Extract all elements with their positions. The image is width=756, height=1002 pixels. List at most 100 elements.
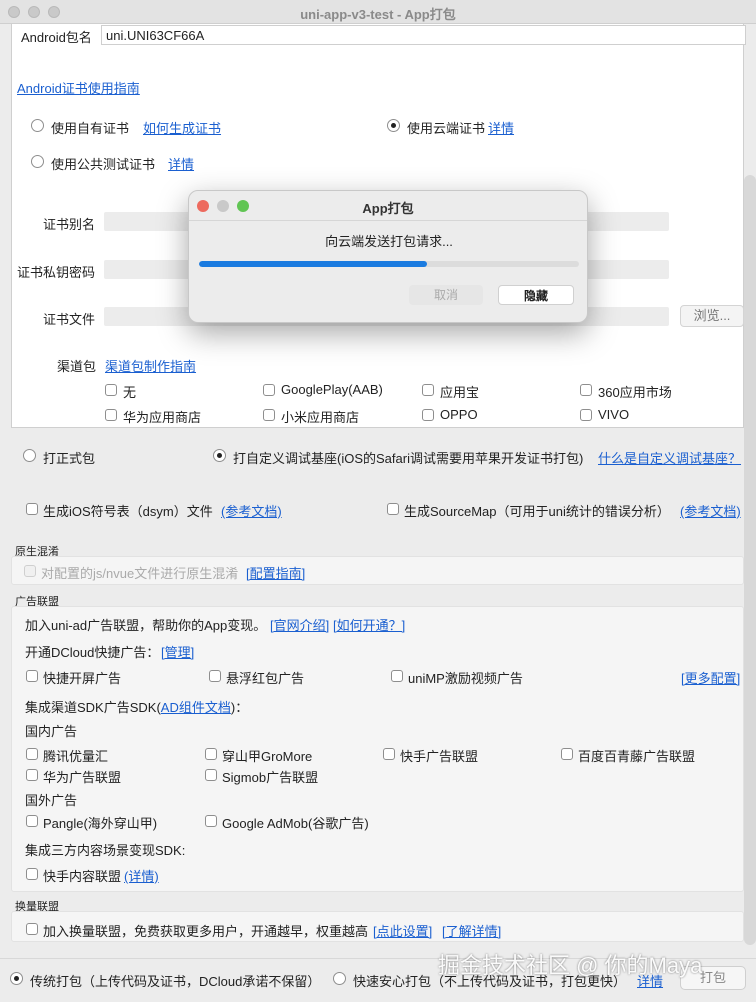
dialog-title: App打包 — [362, 201, 414, 216]
cert-public-label: 使用公共测试证书 — [51, 157, 156, 172]
dialog-cancel-button[interactable]: 取消 — [409, 285, 483, 305]
native-obfuscation-label: 对配置的js/nvue文件进行原生混淆 — [41, 566, 239, 581]
traditional-build-radio[interactable] — [10, 972, 23, 985]
sourcemap-link[interactable]: (参考文档) — [680, 501, 741, 520]
build-dialog: App打包 向云端发送打包请求... 取消 隐藏 — [188, 190, 588, 323]
cert-own-link[interactable]: 如何生成证书 — [143, 118, 221, 137]
channel-label-oppo: OPPO — [440, 407, 478, 422]
cert-cloud-radio[interactable] — [387, 119, 400, 132]
watermark-text: 掘金技术社区 @ 你的Maya — [438, 953, 703, 978]
channel-checkbox-googleplay[interactable] — [263, 384, 275, 396]
formal-package-radio[interactable] — [23, 449, 36, 462]
sourcemap-label: 生成SourceMap（可用于uni统计的错误分析） — [404, 504, 670, 519]
channel-label-googleplay: GooglePlay(AAB) — [281, 382, 383, 397]
package-input[interactable]: uni.UNI63CF66A — [101, 25, 746, 45]
native-obfuscation-checkbox[interactable] — [24, 565, 36, 577]
kuaishou-content-checkbox[interactable] — [26, 868, 38, 880]
key-password-label: 证书私钥密码 — [17, 265, 96, 280]
cert-cloud-label: 使用云端证书 — [407, 121, 486, 136]
gromore-ads-checkbox[interactable] — [205, 748, 217, 760]
admob-ads-checkbox[interactable] — [205, 815, 217, 827]
cert-own-label: 使用自有证书 — [51, 121, 130, 136]
quick-splash-checkbox[interactable] — [26, 670, 38, 682]
baidu-ads-checkbox[interactable] — [561, 748, 573, 760]
kuaishou-ads-label: 快手广告联盟 — [400, 749, 479, 764]
channel-checkbox-yingyongbao[interactable] — [422, 384, 434, 396]
window-title: uni-app-v3-test - App打包 — [300, 7, 456, 22]
exchange-checkbox[interactable] — [26, 923, 38, 935]
package-input-value: uni.UNI63CF66A — [106, 28, 205, 43]
ads-how-link[interactable]: [如何开通？] — [333, 615, 405, 634]
channel-label-vivo: VIVO — [598, 407, 630, 422]
ads-more-config-link[interactable]: [更多配置] — [681, 668, 740, 687]
channel-checkbox-vivo[interactable] — [580, 409, 592, 421]
dialog-hide-button[interactable]: 隐藏 — [498, 285, 574, 305]
traditional-build-label: 传统打包（上传代码及证书，DCloud承诺不保留） — [30, 974, 321, 989]
dialog-hide-label: 隐藏 — [523, 289, 548, 303]
cert-own-radio[interactable] — [31, 119, 44, 132]
channel-checkbox-none[interactable] — [105, 384, 117, 396]
dialog-progress-fill — [199, 261, 427, 267]
pangle-ads-checkbox[interactable] — [26, 815, 38, 827]
fast-build-radio[interactable] — [333, 972, 346, 985]
huawei-ads-label: 华为广告联盟 — [43, 770, 122, 785]
channel-checkbox-360[interactable] — [580, 384, 592, 396]
foreign-ads-label: 国外广告 — [25, 793, 78, 808]
float-redpacket-label: 悬浮红包广告 — [226, 671, 305, 686]
exchange-detail-link[interactable]: [了解详情] — [442, 921, 501, 940]
tencent-ads-checkbox[interactable] — [26, 748, 38, 760]
channel-label-xiaomi: 小米应用商店 — [281, 410, 360, 425]
channel-label-yingyongbao: 应用宝 — [440, 385, 480, 400]
cert-public-link[interactable]: 详情 — [168, 154, 194, 173]
ios-dsym-label: 生成iOS符号表（dsym）文件 — [43, 504, 213, 519]
sourcemap-checkbox[interactable] — [387, 503, 399, 515]
custom-base-radio[interactable] — [213, 449, 226, 462]
channel-guide-link[interactable]: 渠道包制作指南 — [105, 356, 196, 375]
dcloud-ads-text: 开通DCloud快捷广告： — [25, 645, 160, 660]
exchange-setup-link[interactable]: [点此设置] — [373, 921, 432, 940]
channel-checkbox-huawei[interactable] — [105, 409, 117, 421]
sdk-text-start: 集成渠道SDK广告SDK( — [25, 700, 161, 715]
float-redpacket-checkbox[interactable] — [209, 670, 221, 682]
alias-label: 证书别名 — [43, 217, 96, 232]
cert-public-radio[interactable] — [31, 155, 44, 168]
quick-splash-label: 快捷开屏广告 — [43, 671, 122, 686]
package-label: Android包名 — [21, 30, 92, 45]
native-obfuscation-link[interactable]: [配置指南] — [246, 563, 305, 582]
content-sdk-text: 集成三方内容场景变现SDK: — [25, 843, 186, 858]
ads-join-text: 加入uni-ad广告联盟，帮助你的App变现。 — [25, 618, 267, 633]
sdk-text-end: )： — [230, 700, 249, 715]
ads-official-link[interactable]: [官网介绍] — [270, 615, 329, 634]
huawei-ads-checkbox[interactable] — [26, 769, 38, 781]
sigmob-ads-checkbox[interactable] — [205, 769, 217, 781]
cert-file-label: 证书文件 — [43, 312, 96, 327]
unimp-video-label: uniMP激励视频广告 — [408, 671, 523, 686]
admob-ads-label: Google AdMob(谷歌广告) — [222, 816, 369, 831]
kuaishou-content-link[interactable]: (详情) — [124, 866, 159, 885]
dcloud-ads-manage-link[interactable]: [管理] — [161, 642, 194, 661]
unimp-video-checkbox[interactable] — [391, 670, 403, 682]
cert-cloud-link[interactable]: 详情 — [488, 118, 514, 137]
dialog-titlebar: App打包 — [189, 191, 587, 221]
sigmob-ads-label: Sigmob广告联盟 — [222, 770, 319, 785]
custom-base-link[interactable]: 什么是自定义调试基座？ — [598, 448, 741, 467]
channel-label-none: 无 — [123, 385, 137, 400]
channel-checkbox-xiaomi[interactable] — [263, 409, 275, 421]
ios-dsym-link[interactable]: (参考文档) — [221, 501, 282, 520]
dialog-cancel-label: 取消 — [433, 288, 458, 302]
gromore-ads-label: 穿山甲GroMore — [222, 749, 313, 764]
channel-checkbox-oppo[interactable] — [422, 409, 434, 421]
browse-button-label: 浏览... — [693, 308, 731, 323]
ios-dsym-checkbox[interactable] — [26, 503, 38, 515]
kuaishou-ads-checkbox[interactable] — [383, 748, 395, 760]
tencent-ads-label: 腾讯优量汇 — [43, 749, 109, 764]
scrollbar-thumb[interactable] — [744, 175, 756, 945]
cert-guide-link[interactable]: Android证书使用指南 — [17, 78, 140, 97]
kuaishou-content-label: 快手内容联盟 — [43, 869, 122, 884]
dialog-progress-track — [199, 261, 579, 267]
browse-button[interactable]: 浏览... — [680, 305, 744, 327]
dialog-message: 向云端发送打包请求... — [325, 234, 453, 249]
channel-label-huawei: 华为应用商店 — [123, 410, 202, 425]
ad-component-doc-link[interactable]: AD组件文档 — [161, 700, 231, 715]
domestic-ads-label: 国内广告 — [25, 724, 78, 739]
